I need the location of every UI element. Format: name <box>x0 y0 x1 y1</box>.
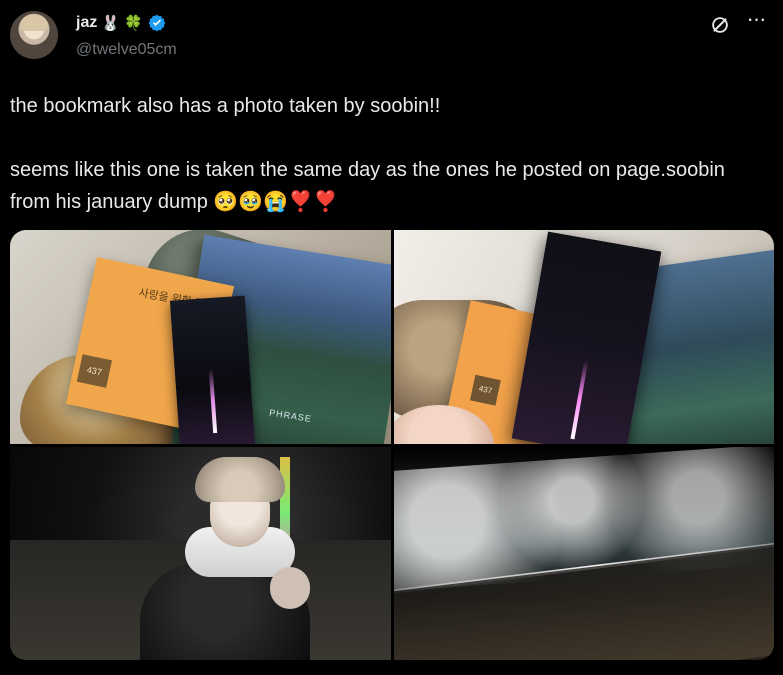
tweet-text: the bookmark also has a photo taken by s… <box>10 95 725 213</box>
more-options-icon: ··· <box>746 6 767 31</box>
photo-4[interactable] <box>393 446 774 660</box>
user-name-row: jaz 🐰 🍀 <box>76 12 167 34</box>
media-grid: PHRASE 사랑을 위한 되풀이 437 437 <box>10 230 774 660</box>
photo-2[interactable]: 437 <box>393 230 774 444</box>
photo-hand <box>270 566 310 609</box>
more-options-button[interactable]: ··· <box>745 8 767 36</box>
user-handle[interactable]: @twelve05cm <box>76 41 177 59</box>
book-label: 437 <box>469 374 501 406</box>
grok-button[interactable] <box>709 14 731 36</box>
photo-1[interactable]: PHRASE 사랑을 위한 되풀이 437 <box>10 230 391 444</box>
photo-hat <box>195 456 285 502</box>
photo-person <box>130 456 320 660</box>
tweet-actions: ··· <box>709 8 767 36</box>
photo-3[interactable] <box>10 446 391 660</box>
photo-caption: PHRASE <box>268 407 313 425</box>
rabbit-emoji: 🐰 <box>101 14 121 32</box>
clover-emoji: 🍀 <box>124 14 143 32</box>
book-label: 437 <box>76 354 112 388</box>
avatar[interactable] <box>10 11 58 59</box>
verified-badge-icon <box>148 14 166 32</box>
slash-circle-icon <box>712 17 728 33</box>
display-name[interactable]: jaz <box>76 14 97 32</box>
photo-bookmark <box>169 295 256 444</box>
